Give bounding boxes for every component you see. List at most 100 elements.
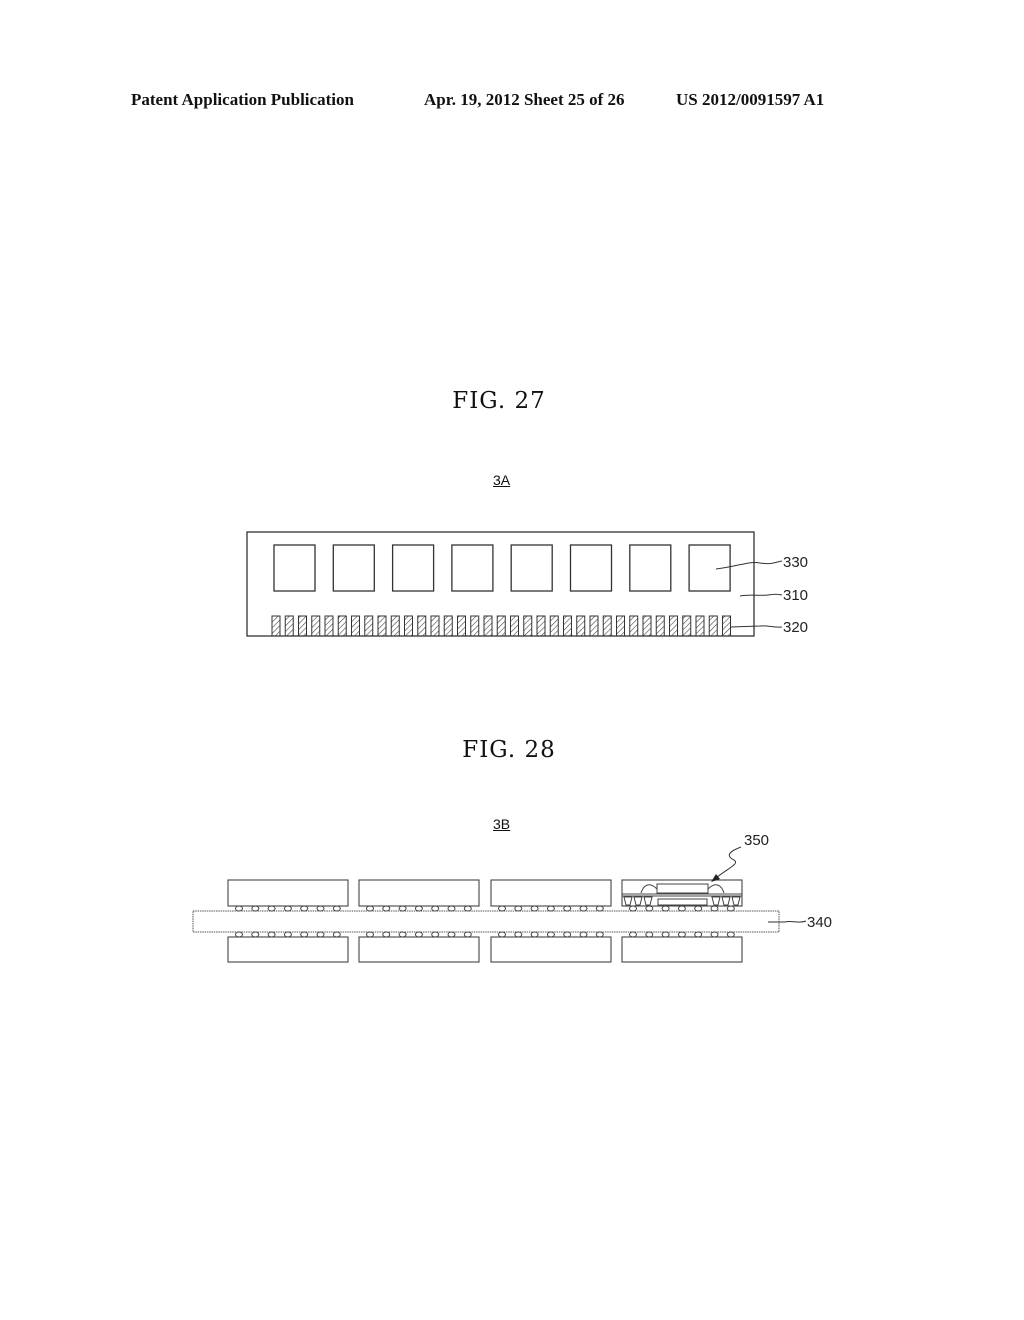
solder-ball-top xyxy=(530,905,539,912)
connector-pin xyxy=(576,615,586,637)
connector-pin xyxy=(563,615,572,637)
top-package xyxy=(227,879,349,907)
top-package xyxy=(358,879,480,907)
solder-ball-top xyxy=(235,905,243,912)
bottom-package xyxy=(621,936,743,963)
connector-pin xyxy=(470,615,480,637)
connector-pin xyxy=(351,615,360,637)
fig27-memory-module: 330 310 320 xyxy=(246,531,808,637)
bottom-package xyxy=(227,936,349,963)
solder-ball-bottom xyxy=(431,931,440,938)
interposer-balls xyxy=(623,896,741,906)
solder-ball-top xyxy=(629,905,637,912)
solder-ball-top xyxy=(514,905,523,912)
solder-ball-top xyxy=(431,905,440,912)
solder-ball-bottom xyxy=(661,931,670,938)
interposer-via xyxy=(721,896,731,906)
solder-ball-top xyxy=(316,905,325,912)
memory-chip xyxy=(332,544,375,592)
solder-ball-top xyxy=(366,905,374,912)
fig28-module-cross-section: 350 340 xyxy=(192,832,832,963)
connector-pin xyxy=(417,615,427,637)
solder-ball-top xyxy=(267,905,276,912)
connector-pin xyxy=(483,615,493,637)
connector-pin xyxy=(311,615,321,637)
solder-ball-top xyxy=(546,905,555,912)
solder-ball-bottom xyxy=(316,931,325,938)
solder-ball-bottom xyxy=(530,931,539,938)
bottom-die xyxy=(657,898,708,906)
connector-pin xyxy=(364,615,374,637)
solder-ball-top xyxy=(694,905,703,912)
connector-pin xyxy=(616,615,625,637)
connector-pin xyxy=(377,615,387,637)
solder-ball-bottom xyxy=(332,931,341,938)
connector-pin xyxy=(284,615,294,637)
solder-ball-bottom xyxy=(382,931,391,938)
connector-pin xyxy=(390,615,400,637)
solder-ball-bottom xyxy=(414,931,423,938)
solder-ball-top xyxy=(710,905,719,912)
top-package xyxy=(490,879,612,907)
bottom-package xyxy=(358,936,480,963)
label-330: 330 xyxy=(783,554,808,571)
connector-pin xyxy=(271,615,281,637)
solder-ball-bottom xyxy=(235,931,243,938)
solder-ball-top xyxy=(595,905,604,912)
connector-pin xyxy=(510,615,519,637)
label-310: 310 xyxy=(783,587,808,604)
solder-ball-top xyxy=(447,905,456,912)
solder-ball-bottom xyxy=(283,931,292,938)
leader-350 xyxy=(715,846,742,879)
solder-ball-bottom xyxy=(498,931,506,938)
leader-330 xyxy=(715,560,783,570)
connector-pin xyxy=(589,615,599,637)
interposer-via xyxy=(633,896,643,906)
patent-drawing: 330 310 320 350 340 xyxy=(192,531,832,963)
leader-310 xyxy=(739,593,783,597)
connector-pin xyxy=(708,615,718,637)
connector-pin xyxy=(536,615,546,637)
solder-ball-bottom xyxy=(300,931,309,938)
solder-ball-top xyxy=(579,905,588,912)
connector-pin xyxy=(695,615,705,637)
solder-ball-top xyxy=(332,905,341,912)
interposer-via xyxy=(623,896,633,906)
connector-pin xyxy=(642,615,652,637)
connector-pin xyxy=(523,615,533,637)
interposer-via xyxy=(731,896,741,906)
connector-pin xyxy=(337,615,347,637)
solder-ball-bottom xyxy=(463,931,472,938)
connector-pin xyxy=(655,615,665,637)
solder-ball-bottom xyxy=(267,931,276,938)
solder-ball-top xyxy=(251,905,260,912)
label-340: 340 xyxy=(807,914,832,931)
memory-chip xyxy=(510,544,553,592)
bond-wire-left xyxy=(640,884,658,894)
connector-pin xyxy=(443,615,453,637)
connector-pin xyxy=(549,615,559,637)
solder-ball-top xyxy=(283,905,292,912)
interposer-via xyxy=(711,896,721,906)
solder-ball-top xyxy=(498,905,506,912)
solder-ball-bottom xyxy=(546,931,555,938)
leader-320 xyxy=(730,625,783,628)
connector-pin xyxy=(669,615,678,637)
label-320: 320 xyxy=(783,619,808,636)
solder-ball-bottom xyxy=(366,931,374,938)
solder-ball-top xyxy=(726,905,735,912)
solder-ball-top xyxy=(563,905,572,912)
connector-pin xyxy=(682,615,692,637)
package-group xyxy=(227,879,743,963)
stacked-package-350 xyxy=(622,883,742,906)
top-die xyxy=(656,883,709,894)
solder-ball-bottom xyxy=(726,931,735,938)
solder-ball-top xyxy=(677,905,686,912)
solder-ball-bottom xyxy=(694,931,703,938)
solder-ball-top xyxy=(463,905,472,912)
chip-group xyxy=(273,544,731,592)
solder-ball-top xyxy=(300,905,309,912)
connector-pin xyxy=(629,615,639,637)
solder-ball-bottom xyxy=(514,931,523,938)
interposer-via xyxy=(643,896,653,906)
